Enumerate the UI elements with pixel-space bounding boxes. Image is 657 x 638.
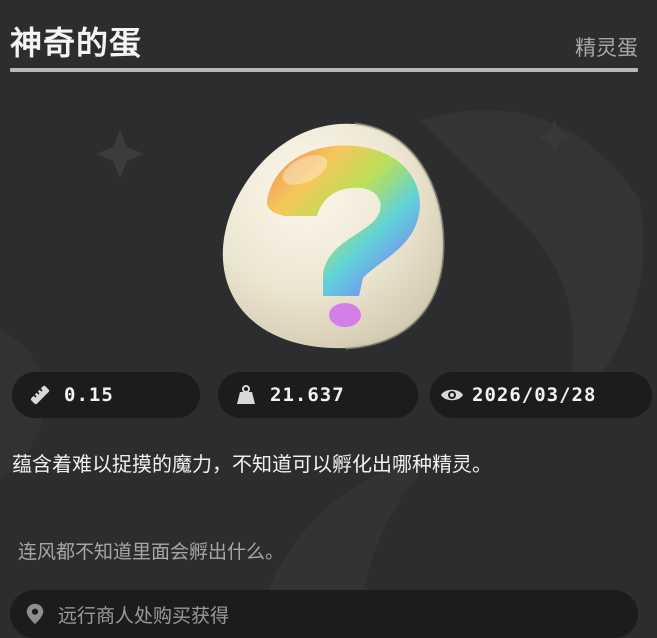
- egg-image: [205, 110, 460, 365]
- weight-value: 21.637: [270, 384, 345, 406]
- ruler-icon: [30, 385, 50, 405]
- item-description: 蕴含着难以捉摸的魔力，不知道可以孵化出哪种精灵。: [12, 452, 492, 476]
- source-row[interactable]: 远行商人处购买获得: [10, 590, 638, 638]
- flavor-text: 连风都不知道里面会孵出什么。: [18, 541, 285, 563]
- location-pin-icon: [26, 603, 44, 625]
- item-category: 精灵蛋: [575, 36, 638, 60]
- eye-icon: [441, 389, 463, 401]
- weight-icon: [237, 385, 255, 404]
- date-value: 2026/03/28: [472, 384, 597, 406]
- rainbow-question-egg-icon: [222, 122, 445, 350]
- height-value: 0.15: [64, 384, 114, 406]
- header-divider: [10, 68, 638, 72]
- source-text: 远行商人处购买获得: [58, 604, 230, 627]
- weight-stat: 21.637: [218, 372, 418, 418]
- item-header: 神奇的蛋 精灵蛋: [10, 14, 638, 72]
- item-title: 神奇的蛋: [10, 24, 143, 62]
- height-stat: 0.15: [12, 372, 200, 418]
- date-stat: 2026/03/28: [430, 372, 652, 418]
